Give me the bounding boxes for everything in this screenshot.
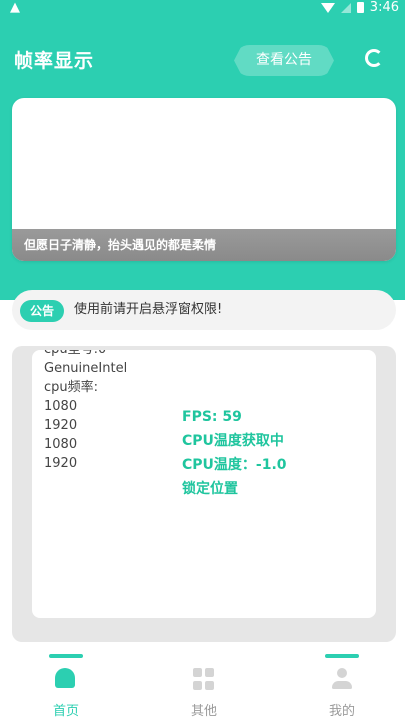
device-info-line: 1920 xyxy=(44,418,78,433)
device-info-line: GenuineIntel xyxy=(44,361,128,376)
device-info-line: 1080 xyxy=(44,399,78,414)
notice-tag: 公告 xyxy=(20,300,64,322)
person-icon xyxy=(331,668,353,690)
banner-caption: 但愿日子清静，抬头遇见的都是柔情 xyxy=(12,229,396,261)
signal-icon xyxy=(340,2,351,13)
status-time: 3:46 xyxy=(369,0,399,15)
device-info-line: cpu频率: xyxy=(44,380,99,395)
device-info-line: 1920 xyxy=(44,456,78,471)
info-panel: cpu型号:0 GenuineIntel cpu频率: 1080 1920 10… xyxy=(32,350,376,618)
grid-icon xyxy=(193,668,215,690)
banner-card[interactable]: 但愿日子清静，抬头遇见的都是柔情 xyxy=(12,98,396,261)
tab-home-label: 首页 xyxy=(52,704,79,719)
tab-indicator xyxy=(325,654,359,658)
device-info-line: 1080 xyxy=(44,437,78,452)
cpu-temp-status: CPU温度获取中 xyxy=(182,433,284,449)
tab-mine-label: 我的 xyxy=(328,704,355,719)
notice-text: 使用前请开启悬浮窗权限! xyxy=(74,302,223,317)
home-icon xyxy=(55,668,77,690)
bottom-nav: 首页 其他 我的 xyxy=(0,648,405,720)
cpu-temp-value: CPU温度：-1.0 xyxy=(182,457,287,473)
tab-home[interactable]: 首页 xyxy=(31,648,101,720)
tab-other-label: 其他 xyxy=(190,704,217,719)
notice-bar[interactable]: 公告 使用前请开启悬浮窗权限! xyxy=(12,290,396,330)
wifi-icon xyxy=(320,2,335,13)
warning-icon: ▲ xyxy=(10,0,20,15)
battery-icon xyxy=(356,2,364,13)
tab-mine[interactable]: 我的 xyxy=(307,648,377,720)
tab-other[interactable]: 其他 xyxy=(169,648,239,720)
lock-position-button[interactable]: 锁定位置 xyxy=(182,477,287,501)
fps-value: FPS: 59 xyxy=(182,409,242,425)
view-notice-button[interactable]: 查看公告 xyxy=(234,45,334,76)
device-info-list: cpu型号:0 GenuineIntel cpu频率: 1080 1920 10… xyxy=(44,350,127,473)
fps-overlay[interactable]: FPS: 59 CPU温度获取中 CPU温度：-1.0 锁定位置 xyxy=(182,405,287,501)
device-info-line: cpu型号:0 xyxy=(44,350,127,359)
refresh-icon[interactable] xyxy=(365,49,383,67)
tab-indicator xyxy=(49,654,83,658)
page-title: 帧率显示 xyxy=(14,50,95,72)
status-bar: ▲ 3:46 xyxy=(0,0,405,18)
